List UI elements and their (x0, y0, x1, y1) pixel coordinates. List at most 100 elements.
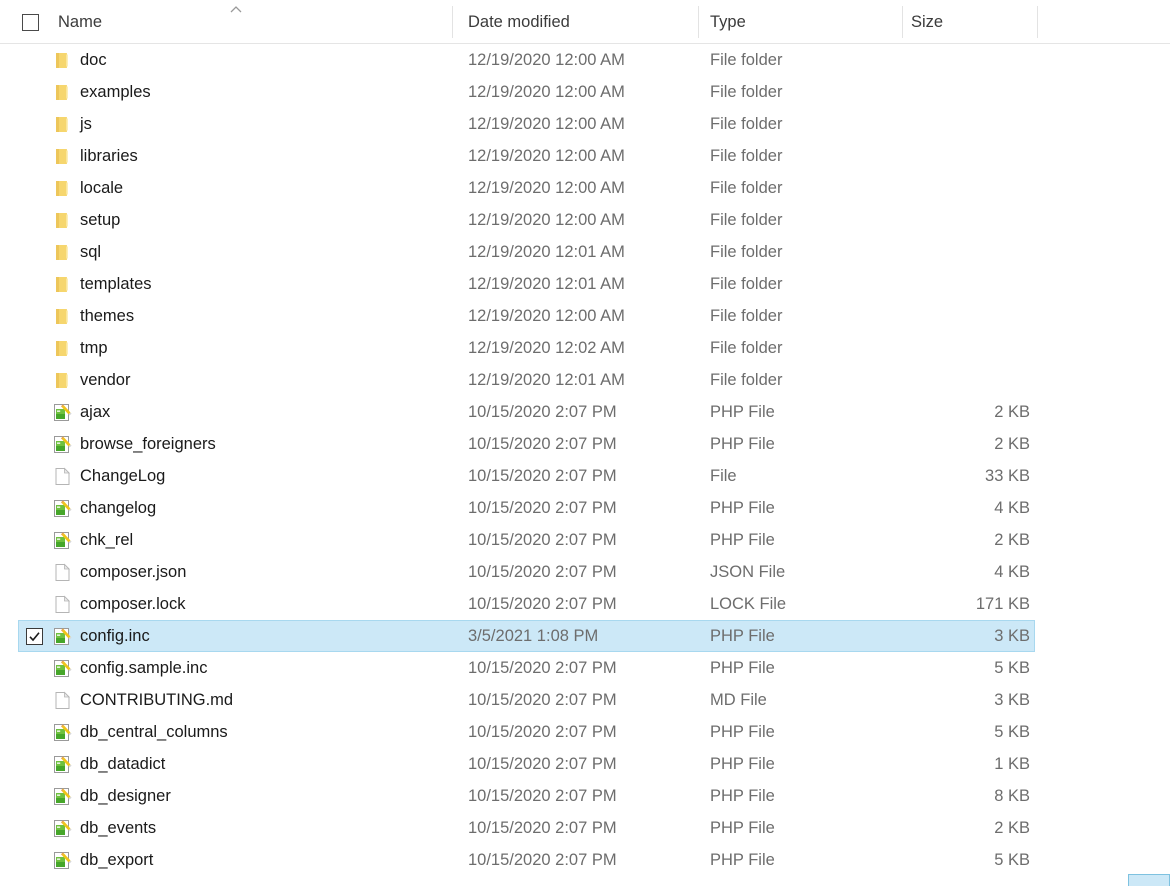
select-all-checkbox[interactable] (22, 14, 39, 31)
file-size: 3 KB (994, 690, 1030, 709)
table-row[interactable]: examples 12/19/2020 12:00 AM File folder (0, 76, 1170, 108)
table-row[interactable]: composer.json 10/15/2020 2:07 PM JSON File… (0, 556, 1170, 588)
file-date-modified: 12/19/2020 12:01 AM (468, 370, 625, 389)
table-row-selected[interactable]: config.inc 3/5/2021 1:08 PM PHP File 3 KB (0, 620, 1170, 652)
folder-icon (52, 178, 74, 199)
table-row[interactable]: chk_rel 10/15/2020 2:07 PM PHP File 2 KB (0, 524, 1170, 556)
column-header-size[interactable]: Size (911, 0, 943, 44)
file-type: File folder (710, 242, 783, 261)
generic-file-icon (52, 690, 74, 711)
file-name: setup (80, 210, 121, 229)
column-divider-4[interactable] (1037, 6, 1038, 38)
table-row[interactable]: changelog 10/15/2020 2:07 PM PHP File 4 KB (0, 492, 1170, 524)
file-type: File folder (710, 370, 783, 389)
table-row[interactable]: db_designer 10/15/2020 2:07 PM PHP File 8 K… (0, 780, 1170, 812)
table-row[interactable]: ChangeLog 10/15/2020 2:07 PM File 33 KB (0, 460, 1170, 492)
table-row[interactable]: browse_foreigners 10/15/2020 2:07 PM PHP F… (0, 428, 1170, 460)
file-name: themes (80, 306, 135, 325)
file-size: 1 KB (994, 754, 1030, 773)
table-row[interactable]: templates 12/19/2020 12:01 AM File folder (0, 268, 1170, 300)
php-file-icon (52, 818, 74, 839)
file-size: 33 KB (985, 466, 1030, 485)
table-row[interactable]: sql 12/19/2020 12:01 AM File folder (0, 236, 1170, 268)
file-size: 4 KB (994, 562, 1030, 581)
table-row[interactable]: CONTRIBUTING.md 10/15/2020 2:07 PM MD File… (0, 684, 1170, 716)
column-divider-2[interactable] (698, 6, 699, 38)
column-divider-1[interactable] (452, 6, 453, 38)
table-row[interactable]: ajax 10/15/2020 2:07 PM PHP File 2 KB (0, 396, 1170, 428)
file-explorer-list-view: Name Date modified Type Size doc 12/19/20… (0, 0, 1170, 886)
table-row[interactable]: db_events 10/15/2020 2:07 PM PHP File 2 KB (0, 812, 1170, 844)
folder-icon (52, 274, 74, 295)
table-row[interactable]: db_export 10/15/2020 2:07 PM PHP File 5 KB (0, 844, 1170, 876)
column-header-date-modified[interactable]: Date modified (468, 0, 570, 44)
file-name: sql (80, 242, 102, 261)
row-checkbox[interactable] (26, 628, 43, 645)
file-name: ChangeLog (80, 466, 166, 485)
file-date-modified: 10/15/2020 2:07 PM (468, 850, 617, 869)
file-type: File folder (710, 146, 783, 165)
php-file-icon (52, 658, 74, 679)
sort-ascending-caret-icon[interactable] (228, 4, 244, 16)
table-row[interactable]: composer.lock 10/15/2020 2:07 PM LOCK File… (0, 588, 1170, 620)
column-header-type[interactable]: Type (710, 0, 746, 44)
file-size: 2 KB (994, 530, 1030, 549)
table-row[interactable]: locale 12/19/2020 12:00 AM File folder (0, 172, 1170, 204)
php-file-icon (52, 402, 74, 423)
file-date-modified: 3/5/2021 1:08 PM (468, 626, 599, 645)
file-type: File folder (710, 82, 783, 101)
file-size (905, 140, 1030, 172)
file-type: JSON File (710, 562, 786, 581)
file-type: PHP File (710, 498, 775, 517)
file-name: config.inc (80, 626, 150, 645)
file-name: templates (80, 274, 152, 293)
table-row[interactable]: themes 12/19/2020 12:00 AM File folder (0, 300, 1170, 332)
file-size (905, 364, 1030, 396)
file-name: browse_foreigners (80, 434, 216, 453)
column-divider-3[interactable] (902, 6, 903, 38)
file-date-modified: 12/19/2020 12:00 AM (468, 146, 625, 165)
table-row[interactable]: tmp 12/19/2020 12:02 AM File folder (0, 332, 1170, 364)
file-date-modified: 10/15/2020 2:07 PM (468, 754, 617, 773)
file-date-modified: 10/15/2020 2:07 PM (468, 690, 617, 709)
file-name: tmp (80, 338, 108, 357)
column-header-name[interactable]: Name (58, 0, 102, 44)
file-date-modified: 12/19/2020 12:02 AM (468, 338, 625, 357)
file-size: 2 KB (994, 818, 1030, 837)
table-row[interactable]: doc 12/19/2020 12:00 AM File folder (0, 44, 1170, 76)
table-row[interactable]: vendor 12/19/2020 12:01 AM File folder (0, 364, 1170, 396)
file-name: db_export (80, 850, 154, 869)
file-name: vendor (80, 370, 131, 389)
file-name: changelog (80, 498, 157, 517)
table-row[interactable]: db_datadict 10/15/2020 2:07 PM PHP File 1 K… (0, 748, 1170, 780)
php-file-icon (52, 626, 74, 647)
file-name: js (80, 114, 92, 133)
file-type: PHP File (710, 626, 775, 645)
file-size (905, 204, 1030, 236)
file-name: examples (80, 82, 151, 101)
file-type: PHP File (710, 754, 775, 773)
file-size (905, 332, 1030, 364)
file-name: chk_rel (80, 530, 134, 549)
generic-file-icon (52, 594, 74, 615)
file-type: File folder (710, 114, 783, 133)
file-list: doc 12/19/2020 12:00 AM File folder example… (0, 44, 1170, 886)
file-name: locale (80, 178, 124, 197)
file-type: File folder (710, 338, 783, 357)
file-date-modified: 10/15/2020 2:07 PM (468, 402, 617, 421)
table-row[interactable]: config.sample.inc 10/15/2020 2:07 PM PHP F… (0, 652, 1170, 684)
table-row[interactable]: libraries 12/19/2020 12:00 AM File folder (0, 140, 1170, 172)
file-type: PHP File (710, 722, 775, 741)
table-row[interactable]: db_central_columns 10/15/2020 2:07 PM PHP … (0, 716, 1170, 748)
file-date-modified: 12/19/2020 12:01 AM (468, 274, 625, 293)
file-size (905, 172, 1030, 204)
file-type: PHP File (710, 530, 775, 549)
file-date-modified: 10/15/2020 2:07 PM (468, 498, 617, 517)
php-file-icon (52, 722, 74, 743)
file-size: 5 KB (994, 850, 1030, 869)
table-row[interactable]: setup 12/19/2020 12:00 AM File folder (0, 204, 1170, 236)
file-date-modified: 12/19/2020 12:00 AM (468, 82, 625, 101)
php-file-icon (52, 786, 74, 807)
folder-icon (52, 114, 74, 135)
table-row[interactable]: js 12/19/2020 12:00 AM File folder (0, 108, 1170, 140)
